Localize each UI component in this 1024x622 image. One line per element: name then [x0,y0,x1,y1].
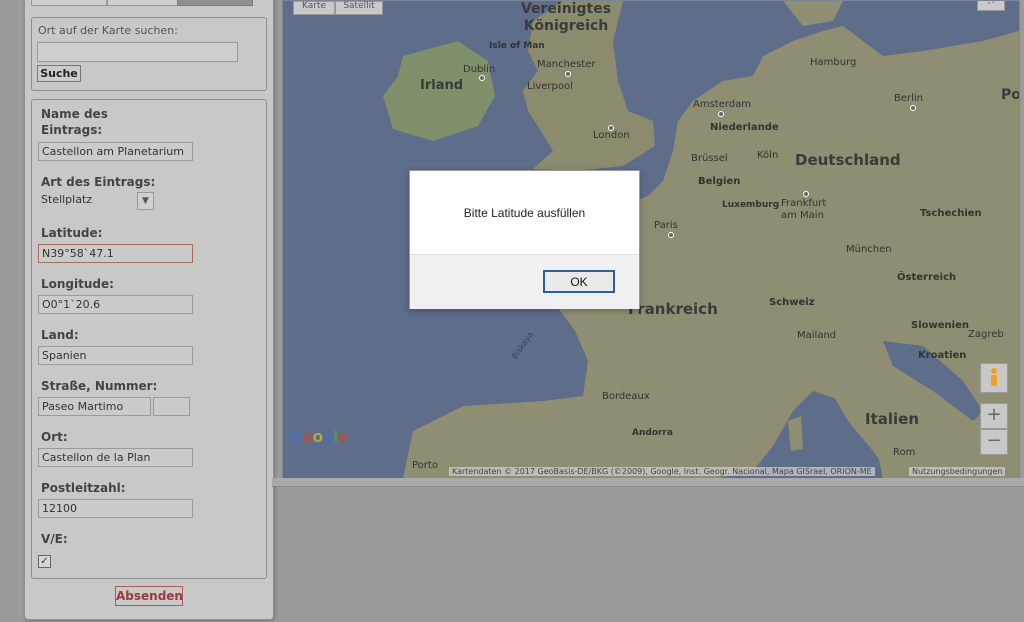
type-select[interactable]: Stellplatz ▼ [38,192,154,210]
tab-2[interactable] [107,0,183,6]
city-dot [479,75,485,81]
label-london: London [593,130,630,141]
latitude-label: Latitude: [41,226,103,240]
type-label: Art des Eintrags: [41,175,156,189]
label-brussels: Brüssel [691,153,728,164]
label-croatia: Kroatien [918,350,967,361]
label-porto: Porto [412,460,438,471]
house-number-field[interactable] [153,397,190,416]
map-type-karte[interactable]: Karte [293,1,335,15]
chevron-down-icon[interactable]: ▼ [137,192,154,210]
zoom-in-button[interactable]: + [980,403,1008,429]
label-luxembourg: Luxemburg [722,200,780,210]
street-field[interactable]: Paseo Martimo [38,397,151,416]
label-isle-of-man: Isle of Man [489,41,545,51]
search-button[interactable]: Suche [37,65,81,82]
label-manchester: Manchester [537,59,596,70]
label-slovenia: Slowenien [911,320,969,331]
label-milan: Mailand [797,330,837,341]
tab-1[interactable] [31,0,107,6]
label-frankfurt: Frankfurt am Main [781,198,827,221]
label-uk: Vereinigtes Königreich [520,1,612,34]
label-andorra: Andorra [632,428,673,438]
entry-form: Name des Eintrags: Castellon am Planetar… [31,99,267,579]
city-label: Ort: [41,430,68,444]
label-ireland: Irland [420,78,464,93]
longitude-label: Longitude: [41,277,114,291]
label-liverpool: Liverpool [527,81,573,92]
city-dot [718,111,724,117]
city-dot [668,232,674,238]
zoom-out-button[interactable]: − [980,429,1008,455]
pegman-icon[interactable] [980,363,1008,393]
label-zagreb: Zagreb [968,329,1004,340]
label-france: Frankreich [628,300,718,318]
map-land [383,1,1019,479]
zip-label: Postleitzahl: [41,481,126,495]
zip-field[interactable]: 12100 [38,499,193,518]
name-field[interactable]: Castellon am Planetarium [38,142,193,161]
name-label: Name des Eintrags: [41,107,108,137]
label-berlin: Berlin [894,93,924,104]
map[interactable]: Karte Satellit ⛶ Vereinigtes Königreich … [282,0,1020,480]
label-switzerland: Schweiz [769,297,815,308]
longitude-field[interactable]: O0°1`20.6 [38,295,193,314]
label-bordeaux: Bordeaux [602,391,650,402]
label-hamburg: Hamburg [810,57,857,68]
search-label: Ort auf der Karte suchen: [38,24,178,37]
map-footer-bar [272,478,1024,487]
country-field[interactable]: Spanien [38,346,193,365]
street-label: Straße, Nummer: [41,379,158,393]
dialog-footer: OK [410,254,639,309]
label-munich: München [846,244,892,255]
fullscreen-icon[interactable]: ⛶ [977,1,1005,11]
label-netherlands: Niederlande [710,122,779,133]
ok-button[interactable]: OK [543,270,615,293]
terms-link[interactable]: Nutzungsbedingungen [909,467,1006,476]
left-panel: Ort auf der Karte suchen: Suche Name des… [24,0,274,620]
latitude-field[interactable]: N39°58`47.1 [38,244,193,263]
label-germany: Deutschland [795,151,901,169]
label-po: Po [1001,87,1020,103]
search-input[interactable] [37,42,238,62]
map-attribution: Kartendaten © 2017 GeoBasis-DE/BKG (©200… [449,467,875,476]
label-cologne: Köln [757,150,779,161]
google-logo: Google [289,427,348,446]
city-field[interactable]: Castellon de la Plan [38,448,193,467]
city-dot [565,71,571,77]
label-italy: Italien [865,410,920,428]
label-amsterdam: Amsterdam [693,99,752,110]
label-rome: Rom [893,447,916,458]
label-austria: Österreich [897,272,957,283]
submit-button[interactable]: Absenden [115,586,183,606]
map-search-box: Ort auf der Karte suchen: Suche [31,17,267,91]
tab-3-active[interactable] [177,0,253,6]
label-paris: Paris [654,220,678,231]
type-select-value: Stellplatz [41,193,93,206]
tab-strip [31,0,267,6]
label-czech: Tschechien [920,208,982,219]
ve-checkbox[interactable]: ✓ [38,555,51,568]
alert-dialog: Bitte Latitude ausfüllen OK [409,170,640,309]
label-dublin: Dublin [463,64,496,75]
city-dot [608,125,614,131]
city-dot [803,191,809,197]
map-type-satellit[interactable]: Satellit [335,1,383,15]
label-belgium: Belgien [698,176,741,187]
city-dot [910,105,916,111]
dialog-message: Bitte Latitude ausfüllen [463,206,586,220]
ve-label: V/E: [41,532,68,546]
country-label: Land: [41,328,79,342]
